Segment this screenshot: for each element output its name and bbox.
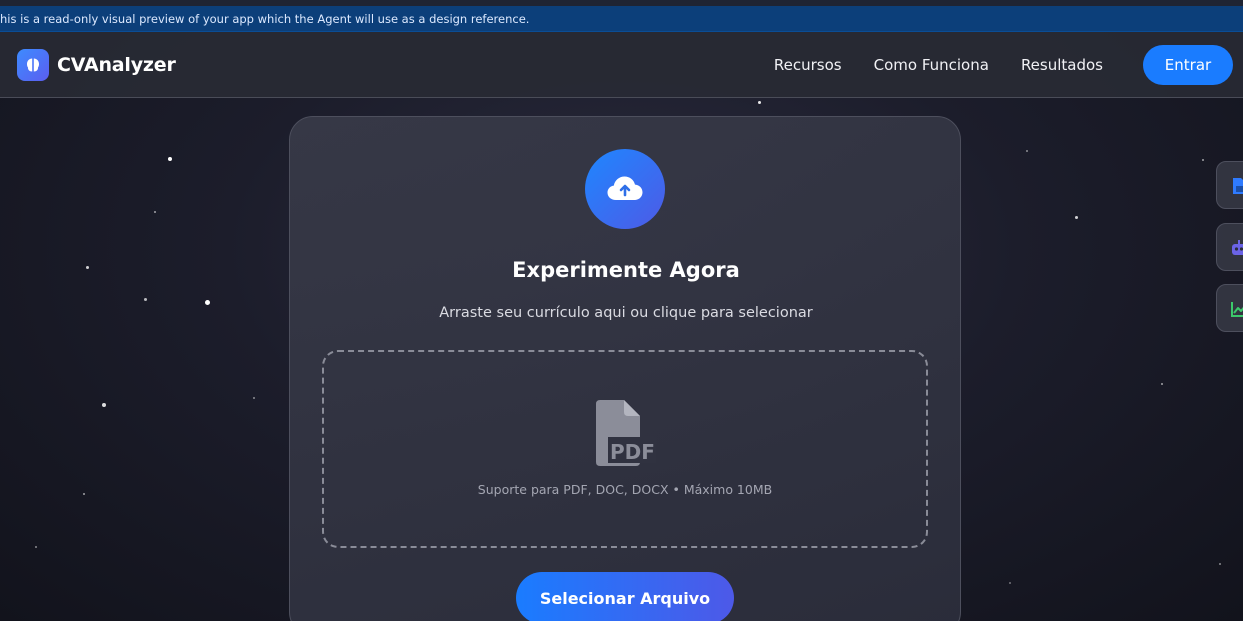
brand-name: CVAnalyzer: [57, 54, 176, 76]
star: [1219, 563, 1221, 565]
brand[interactable]: CVAnalyzer: [17, 49, 176, 81]
star: [1026, 150, 1028, 152]
star: [1161, 383, 1163, 385]
star: [35, 546, 37, 548]
pdf-file-icon: PDF: [596, 400, 656, 466]
side-dock-chart-button[interactable]: [1216, 284, 1243, 332]
file-dropzone[interactable]: PDF Suporte para PDF, DOC, DOCX • Máximo…: [322, 350, 928, 548]
robot-icon: [1232, 240, 1243, 255]
select-file-button[interactable]: Selecionar Arquivo: [516, 572, 734, 621]
star: [102, 403, 106, 407]
star: [758, 101, 761, 104]
preview-banner-text: his is a read-only visual preview of you…: [0, 12, 530, 26]
star: [1202, 159, 1204, 161]
star: [205, 300, 210, 305]
star: [144, 298, 147, 301]
nav-link-como-funciona[interactable]: Como Funciona: [874, 56, 989, 74]
login-button[interactable]: Entrar: [1143, 45, 1233, 85]
chart-line-icon: [1231, 302, 1243, 317]
nav-links: Recursos Como Funciona Resultados: [774, 56, 1103, 74]
dropzone-hint: Suporte para PDF, DOC, DOCX • Máximo 10M…: [477, 482, 773, 497]
file-icon: [1233, 178, 1243, 194]
star: [1075, 216, 1078, 219]
star: [168, 157, 172, 161]
star: [154, 211, 156, 213]
side-dock-robot-button[interactable]: [1216, 223, 1243, 271]
card-title: Experimente Agora: [512, 258, 740, 282]
svg-text:PDF: PDF: [610, 440, 655, 464]
star: [83, 493, 85, 495]
card-subtitle: Arraste seu currículo aqui ou clique par…: [439, 305, 813, 321]
star: [86, 266, 89, 269]
upload-card: Experimente Agora Arraste seu currículo …: [289, 116, 961, 621]
nav-link-resultados[interactable]: Resultados: [1021, 56, 1103, 74]
star: [253, 397, 255, 399]
app-viewport: his is a read-only visual preview of you…: [0, 0, 1243, 621]
navbar: CVAnalyzer Recursos Como Funciona Result…: [0, 32, 1243, 98]
side-dock-file-button[interactable]: [1216, 161, 1243, 209]
star: [1009, 582, 1011, 584]
brain-icon: [17, 49, 49, 81]
cloud-upload-icon: [585, 149, 665, 229]
nav-link-recursos[interactable]: Recursos: [774, 56, 842, 74]
preview-banner: his is a read-only visual preview of you…: [0, 6, 1243, 32]
